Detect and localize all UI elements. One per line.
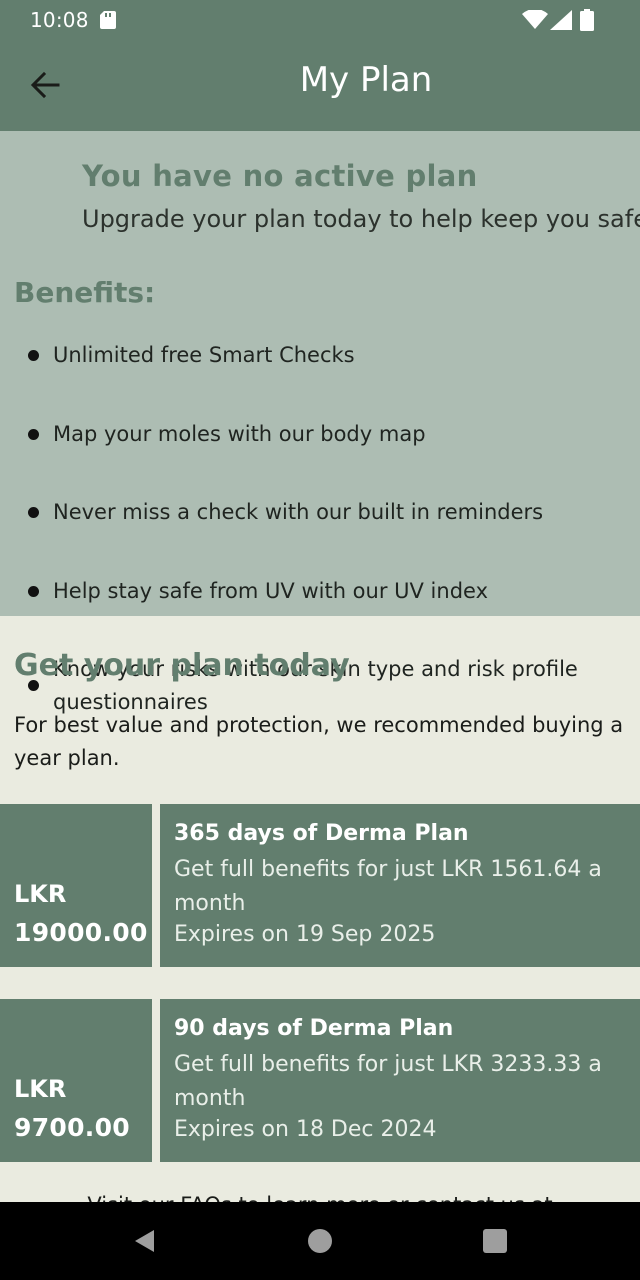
status-bar: 10:08: [0, 0, 640, 40]
page-title: My Plan: [299, 60, 433, 100]
faq-text: Visit our FAQs to learn more or contact …: [0, 1190, 640, 1202]
app-bar: My Plan: [0, 40, 640, 131]
system-nav-bar: [0, 1202, 640, 1280]
nav-home-icon[interactable]: [307, 1228, 333, 1254]
bullet-icon: [28, 350, 39, 361]
no-plan-subtitle: Upgrade your plan today to help keep you…: [82, 205, 640, 233]
get-plan-title: Get your plan today: [14, 648, 350, 683]
list-item: Never miss a check with our built in rem…: [0, 496, 640, 529]
bullet-icon: [28, 507, 39, 518]
bullet-icon: [28, 429, 39, 440]
list-item: Map your moles with our body map: [0, 418, 640, 451]
plan-price: LKR 9700.00: [0, 999, 152, 1162]
cell-signal-icon: [550, 10, 572, 30]
plan-amount: 19000.00: [14, 918, 148, 947]
nav-back-icon[interactable]: [132, 1228, 158, 1254]
no-plan-banner: You have no active plan Upgrade your pla…: [0, 131, 640, 714]
plan-expiry: Expires on 19 Sep 2025: [174, 922, 436, 947]
benefits-title: Benefits:: [14, 276, 156, 309]
plan-card-90[interactable]: LKR 9700.00 90 days of Derma Plan Get fu…: [0, 999, 640, 1162]
sd-card-icon: [100, 11, 116, 29]
benefits-list: Unlimited free Smart Checks Map your mol…: [0, 339, 640, 714]
plan-name: 365 days of Derma Plan: [174, 821, 469, 846]
plan-price: LKR 19000.00: [0, 804, 152, 967]
plan-currency: LKR: [14, 1075, 67, 1103]
arrow-left-icon[interactable]: [28, 68, 62, 102]
plan-info: 365 days of Derma Plan Get full benefits…: [160, 804, 640, 967]
plan-card-365[interactable]: LKR 19000.00 365 days of Derma Plan Get …: [0, 804, 640, 967]
plan-amount: 9700.00: [14, 1113, 130, 1142]
nav-recents-icon[interactable]: [482, 1228, 508, 1254]
list-item: Unlimited free Smart Checks: [0, 339, 640, 372]
get-plan-description: For best value and protection, we recomm…: [14, 713, 624, 770]
plan-expiry: Expires on 18 Dec 2024: [174, 1117, 437, 1142]
plan-name: 90 days of Derma Plan: [174, 1016, 454, 1041]
list-item: Help stay safe from UV with our UV index: [0, 575, 640, 608]
no-plan-heading: You have no active plan: [82, 159, 478, 193]
bullet-icon: [28, 586, 39, 597]
plan-description: Get full benefits for just LKR 1561.64 a…: [174, 857, 602, 916]
plan-description: Get full benefits for just LKR 3233.33 a…: [174, 1052, 602, 1111]
status-time: 10:08: [30, 8, 89, 32]
plan-info: 90 days of Derma Plan Get full benefits …: [160, 999, 640, 1162]
battery-icon: [580, 9, 594, 31]
plan-currency: LKR: [14, 880, 67, 908]
wifi-icon: [522, 10, 548, 29]
